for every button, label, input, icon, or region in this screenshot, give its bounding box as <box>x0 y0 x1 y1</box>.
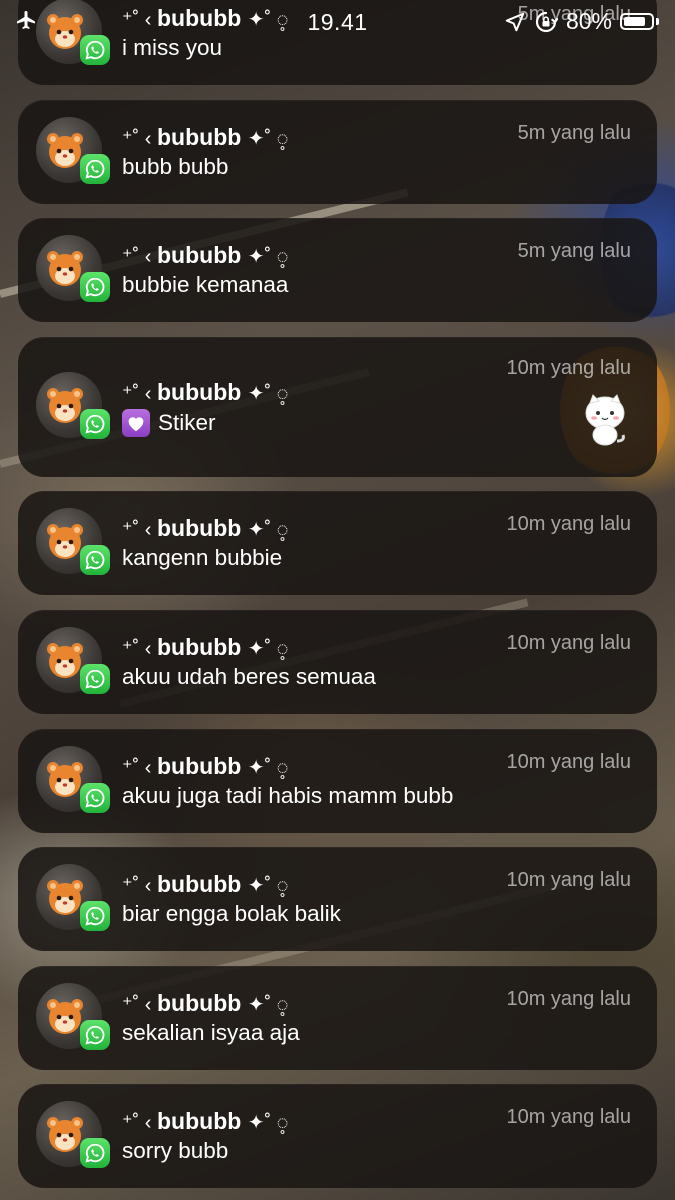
notification-time: 10m yang lalu <box>506 750 631 773</box>
sender-name: ⁺˚ ‹ bububb ✦˚ ◌̥ <box>122 124 289 151</box>
message-preview: Stiker <box>122 408 216 437</box>
whatsapp-icon <box>80 153 110 184</box>
notification-time: 5m yang lalu <box>517 121 631 144</box>
notification-time: 10m yang lalu <box>506 513 631 536</box>
sender-suffix-decor: ✦˚ ◌̥ <box>247 875 289 898</box>
sender-suffix-decor: ✦˚ ◌̥ <box>247 638 289 660</box>
sender-suffix-decor: ✦˚ ◌̥ <box>247 993 289 1016</box>
sender-prefix-decor: ⁺˚ ‹ <box>122 519 157 542</box>
battery-cap <box>656 18 659 25</box>
purple-heart-icon <box>122 408 150 437</box>
sender-name: ⁺˚ ‹ bububb ✦˚ ◌̥ <box>122 634 289 661</box>
sender-prefix-decor: ⁺˚ ‹ <box>122 1112 157 1135</box>
rotation-lock-icon <box>535 11 558 32</box>
sender-prefix-decor: ⁺˚ ‹ <box>122 127 157 150</box>
sender-prefix-decor: ⁺˚ ‹ <box>122 993 157 1016</box>
sender-prefix-decor: ⁺˚ ‹ <box>122 756 157 779</box>
notification-time: 5m yang lalu <box>517 240 631 263</box>
cat-sticker-icon <box>581 393 629 447</box>
message-text: bubb bubb <box>122 153 229 179</box>
whatsapp-icon <box>80 545 110 576</box>
message-preview: kangenn bubbie <box>122 545 282 571</box>
notification-card-10[interactable]: ⁺˚ ‹ bububb ✦˚ ◌̥ 10m yang lalu sorry bu… <box>18 1084 657 1189</box>
sender-name-text: bububb <box>157 242 242 269</box>
sender-prefix-decor: ⁺˚ ‹ <box>122 875 157 898</box>
message-preview: sekalian isyaa aja <box>122 1020 300 1046</box>
message-text: sorry bubb <box>122 1138 229 1164</box>
sender-name-text: bububb <box>157 634 242 660</box>
whatsapp-icon <box>80 664 110 694</box>
message-preview: bubb bubb <box>122 154 228 180</box>
notification-list: ⁺˚ ‹ bububb ✦˚ ◌̥ 5m yang lalu i miss yo… <box>0 0 675 1200</box>
whatsapp-icon <box>80 1138 110 1169</box>
sender-name: ⁺˚ ‹ bububb ✦˚ ◌̥ <box>122 990 289 1017</box>
message-text: bubbie kemanaa <box>122 272 289 298</box>
sender-prefix-decor: ⁺˚ ‹ <box>122 246 157 269</box>
message-text: akuu udah beres semuaa <box>122 664 376 689</box>
notification-card-4[interactable]: ⁺˚ ‹ bububb ✦˚ ◌̥ 10m yang lalu Stiker <box>18 336 657 477</box>
battery-percentage: 80% <box>565 8 612 34</box>
sender-name-text: bububb <box>157 871 242 898</box>
location-arrow-icon <box>505 12 525 31</box>
notification-card-5[interactable]: ⁺˚ ‹ bububb ✦˚ ◌̥ 10m yang lalu kangenn … <box>18 491 657 596</box>
sender-name: ⁺˚ ‹ bububb ✦˚ ◌̥ <box>122 1108 289 1135</box>
sender-suffix-decor: ✦˚ ◌̥ <box>247 519 289 542</box>
sender-name-text: bububb <box>157 123 242 150</box>
notification-time: 10m yang lalu <box>506 987 631 1010</box>
sender-name: ⁺˚ ‹ bububb ✦˚ ◌̥ <box>122 871 289 898</box>
sender-prefix-decor: ⁺˚ ‹ <box>122 382 157 405</box>
message-preview: akuu udah beres semuaa <box>122 664 376 690</box>
battery-icon <box>620 13 654 30</box>
whatsapp-icon <box>80 272 110 303</box>
message-text: biar engga bolak balik <box>122 901 341 927</box>
sender-suffix-decor: ✦˚ ◌̥ <box>247 382 289 405</box>
notification-card-9[interactable]: ⁺˚ ‹ bububb ✦˚ ◌̥ 10m yang lalu sekalian… <box>18 965 657 1070</box>
notification-card-6[interactable]: ⁺˚ ‹ bububb ✦˚ ◌̥ 10m yang lalu akuu uda… <box>18 610 657 714</box>
battery-level-fill <box>624 17 645 26</box>
whatsapp-icon <box>80 782 110 813</box>
message-preview: bubbie kemanaa <box>122 272 288 298</box>
sender-name-text: bububb <box>157 752 242 779</box>
message-text: Stiker <box>158 409 216 435</box>
sender-name: ⁺˚ ‹ bububb ✦˚ ◌̥ <box>122 515 289 542</box>
notification-time: 10m yang lalu <box>506 869 631 892</box>
sender-prefix-decor: ⁺˚ ‹ <box>122 638 157 660</box>
sender-name-text: bububb <box>157 1108 242 1135</box>
notification-time: 10m yang lalu <box>506 1106 631 1129</box>
message-preview: akuu juga tadi habis mamm bubb <box>122 783 453 809</box>
sender-name: ⁺˚ ‹ bububb ✦˚ ◌̥ <box>122 242 289 269</box>
notification-time: 10m yang lalu <box>506 632 631 654</box>
message-text: sekalian isyaa aja <box>122 1019 300 1045</box>
sender-suffix-decor: ✦˚ ◌̥ <box>247 756 289 779</box>
notification-card-2[interactable]: ⁺˚ ‹ bububb ✦˚ ◌̥ 5m yang lalu bubb bubb <box>18 99 657 204</box>
sender-name-text: bububb <box>157 989 242 1016</box>
sender-suffix-decor: ✦˚ ◌̥ <box>247 246 289 269</box>
whatsapp-icon <box>80 408 110 439</box>
sender-suffix-decor: ✦˚ ◌̥ <box>247 1112 289 1135</box>
sender-name: ⁺˚ ‹ bububb ✦˚ ◌̥ <box>122 379 289 406</box>
sender-name-text: bububb <box>157 515 242 542</box>
notification-card-7[interactable]: ⁺˚ ‹ bububb ✦˚ ◌̥ 10m yang lalu akuu jug… <box>18 728 657 833</box>
notification-time: 10m yang lalu <box>506 356 631 379</box>
sender-suffix-decor: ✦˚ ◌̥ <box>247 127 289 150</box>
message-preview: biar engga bolak balik <box>122 901 341 927</box>
sender-name-text: bububb <box>157 378 242 405</box>
message-text: akuu juga tadi habis mamm bubb <box>122 782 454 808</box>
message-text: kangenn bubbie <box>122 545 283 571</box>
notification-card-3[interactable]: ⁺˚ ‹ bububb ✦˚ ◌̥ 5m yang lalu bubbie ke… <box>18 218 657 323</box>
sender-name: ⁺˚ ‹ bububb ✦˚ ◌̥ <box>122 753 289 780</box>
notification-card-8[interactable]: ⁺˚ ‹ bububb ✦˚ ◌̥ 10m yang lalu biar eng… <box>18 847 657 952</box>
status-bar: 19.41 80% <box>0 0 675 42</box>
whatsapp-icon <box>80 1019 110 1050</box>
status-indicators: 80% <box>504 8 659 35</box>
whatsapp-icon <box>80 901 110 932</box>
message-preview: sorry bubb <box>122 1138 228 1164</box>
